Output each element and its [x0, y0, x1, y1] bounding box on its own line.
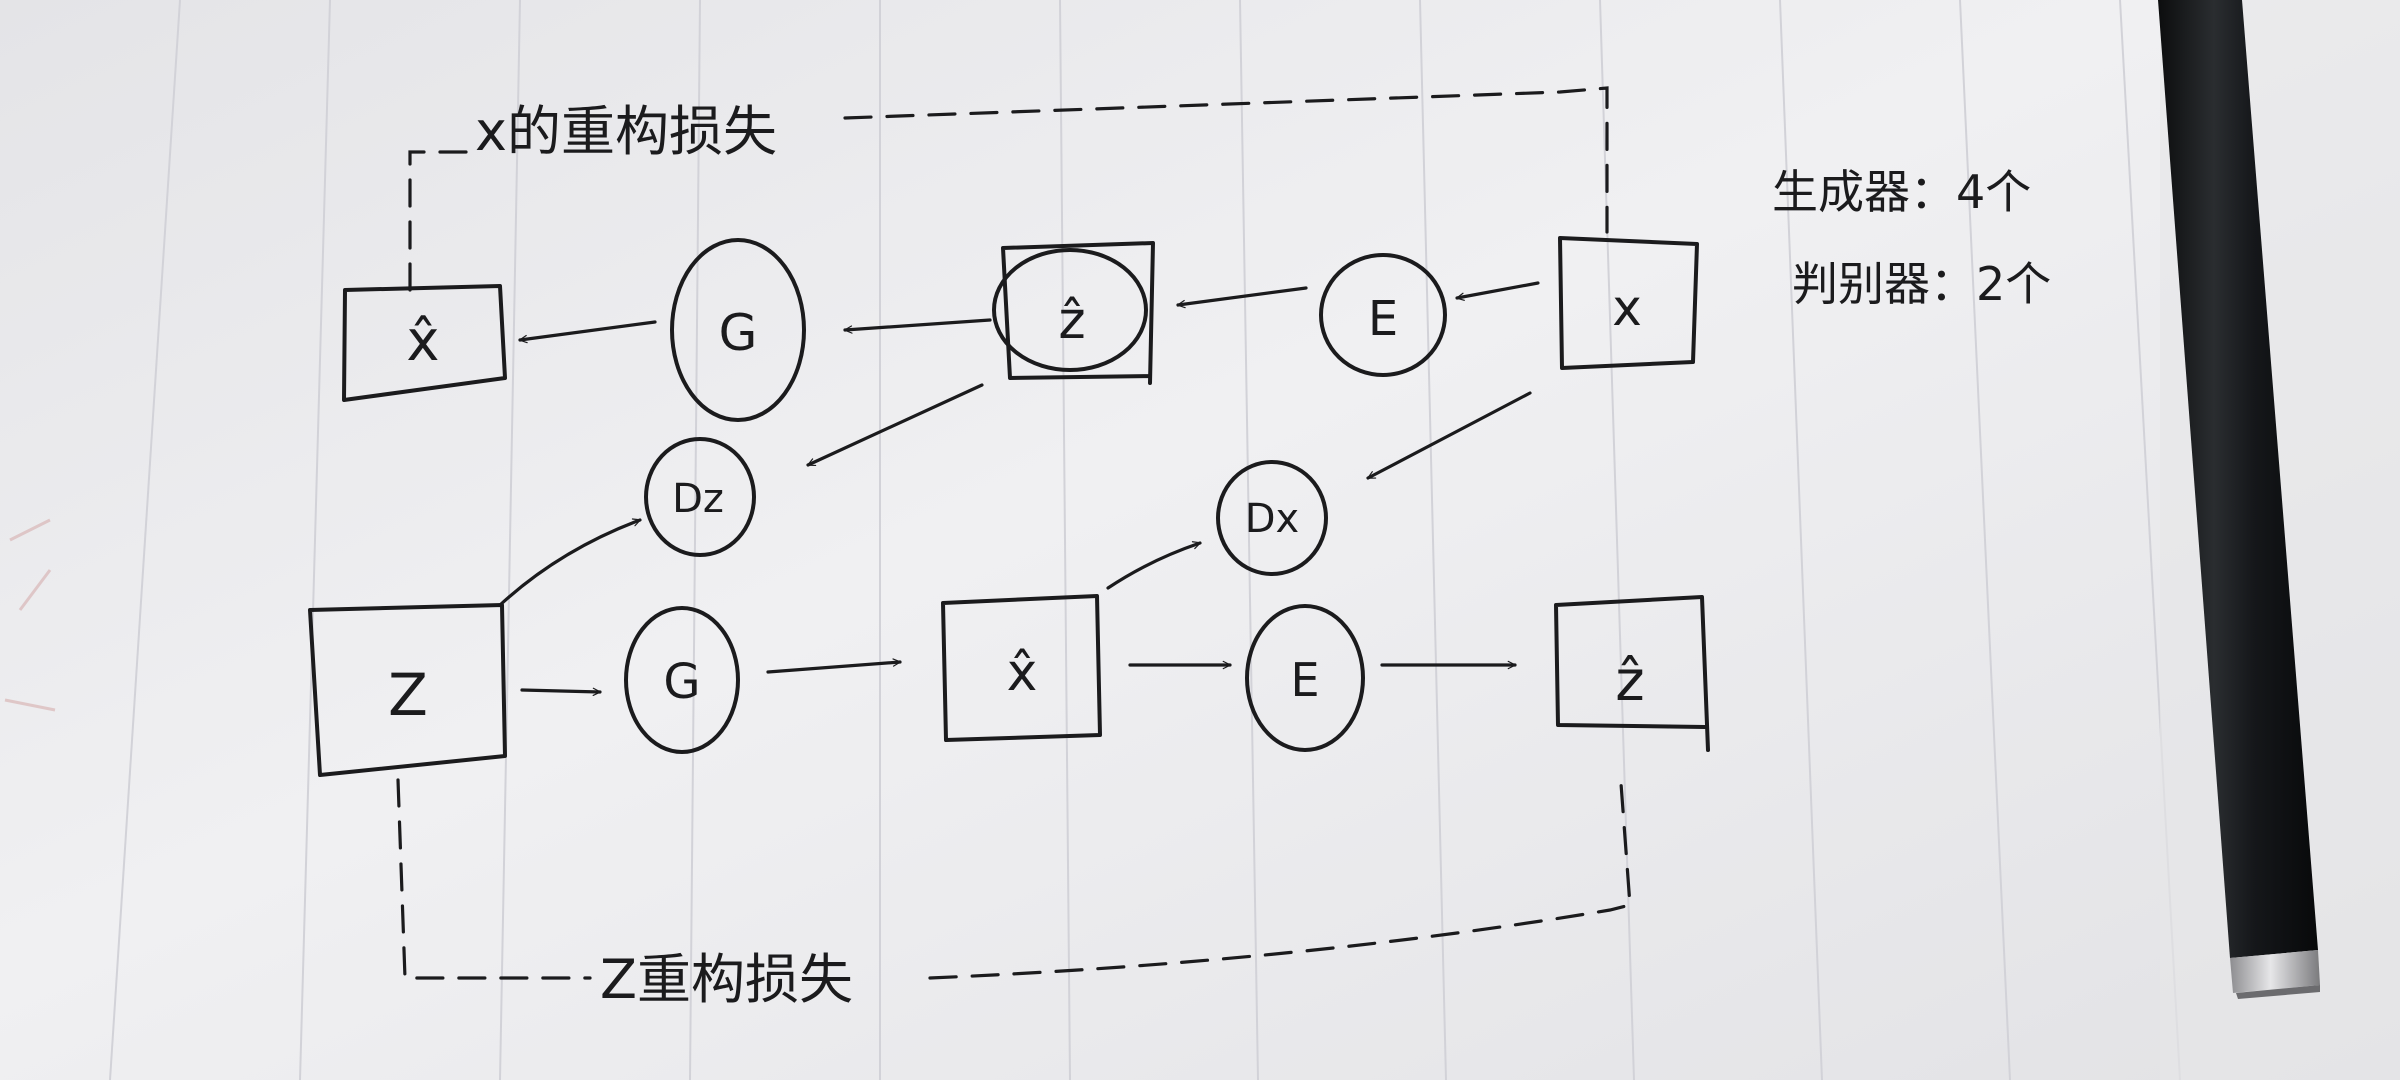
node-bottom-z-label: Z — [388, 661, 428, 729]
node-bottom-zhat-label: ẑ — [1615, 649, 1644, 714]
node-top-x-label: x — [1612, 279, 1642, 337]
node-bottom-xhat-label: x̂ — [1007, 643, 1038, 703]
node-dz-label: Dz — [672, 476, 724, 522]
photo-scene: x̂ G ẑ E x Dz Dx Z G x̂ E ẑ x的重构损失 Z重构损失… — [0, 0, 2400, 1080]
z-loss-label: Z重构损失 — [600, 948, 853, 1011]
note-discriminators: 判别器：2个 — [1792, 257, 2051, 311]
node-bottom-g-label: G — [663, 654, 700, 710]
x-loss-label: x的重构损失 — [475, 100, 777, 163]
paper-background — [0, 0, 2400, 1080]
diagram-canvas: x̂ G ẑ E x Dz Dx Z G x̂ E ẑ x的重构损失 Z重构损失… — [0, 0, 2400, 1080]
node-dx-label: Dx — [1245, 496, 1299, 542]
note-generators: 生成器：4个 — [1772, 165, 2031, 219]
arrow-bottom-z-to-g — [520, 690, 602, 692]
node-top-xhat-label: x̂ — [406, 309, 439, 374]
node-top-e-label: E — [1368, 291, 1398, 347]
node-top-zhat-label: ẑ — [1058, 291, 1085, 351]
node-bottom-e-label: E — [1290, 653, 1319, 707]
node-top-g-label: G — [719, 304, 758, 362]
